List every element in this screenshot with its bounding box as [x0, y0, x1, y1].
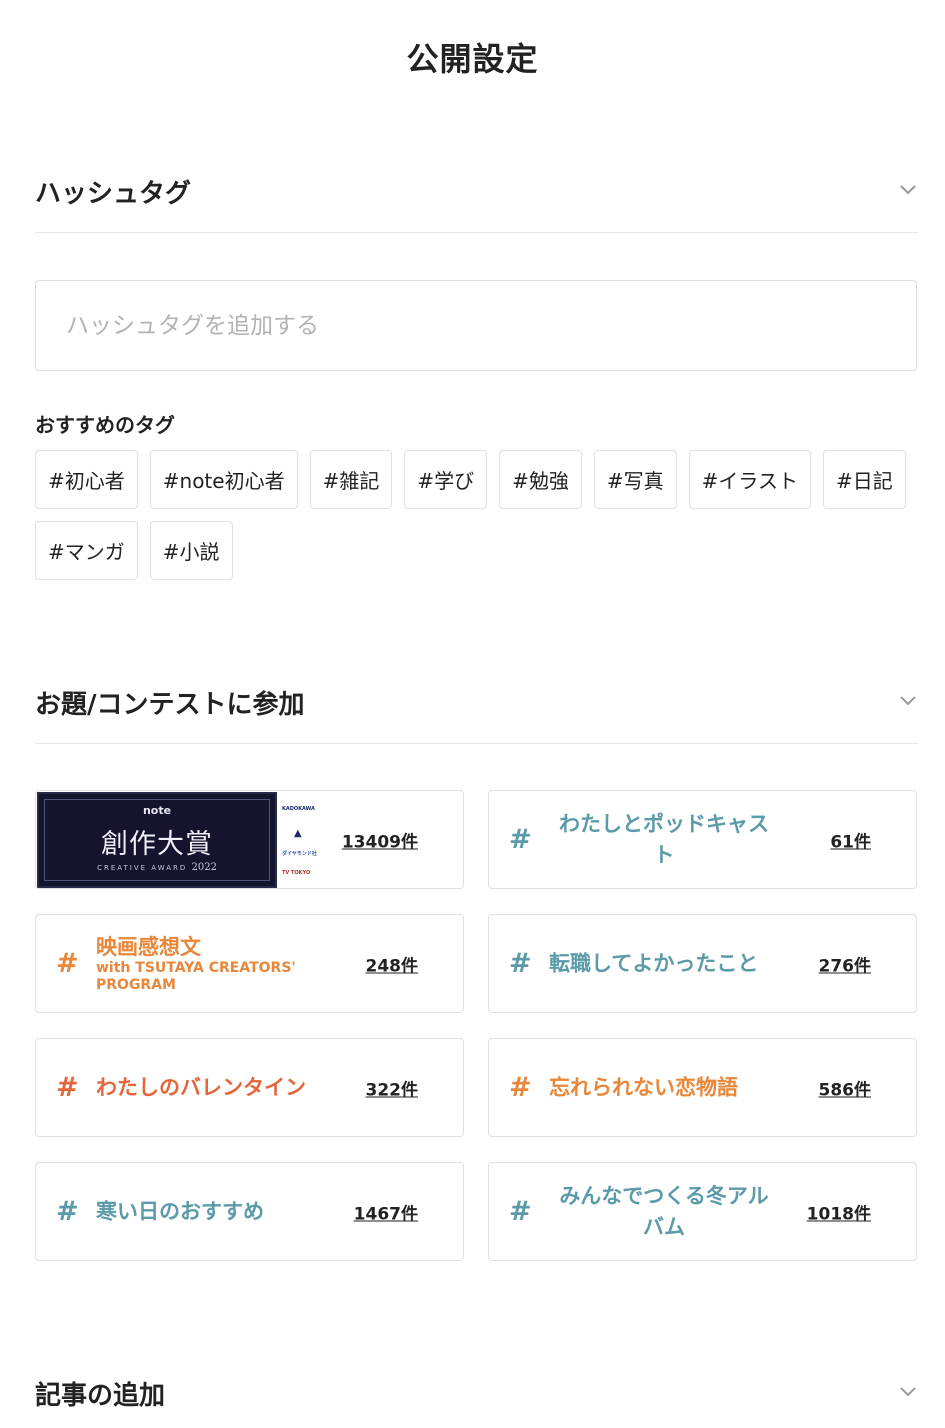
contest-title: 転職してよかったこと [549, 951, 759, 975]
banner-subtitle: CREATIVE AWARD 2022 [97, 862, 217, 873]
sponsor-logo: ダイヤモンド社 [282, 851, 317, 857]
sponsor-logo: KADOKAWA [282, 806, 315, 812]
mountain-icon: ▲ [294, 828, 302, 839]
hashtag-icon: # [509, 1071, 532, 1103]
contest-title: 寒い日のおすすめ [96, 1199, 264, 1223]
contest-list: note 創作大賞 CREATIVE AWARD 2022 KADOKAWA ▲… [35, 790, 917, 1261]
hashtag-input[interactable] [35, 280, 917, 371]
chevron-down-icon[interactable] [898, 690, 918, 710]
page-title: 公開設定 [406, 40, 539, 78]
sponsor-logos: KADOKAWA ▲ ダイヤモンド社 TV TOKYO [280, 792, 324, 888]
contest-card[interactable]: # わたしのバレンタイン 322件 [35, 1038, 464, 1137]
tag-chip[interactable]: #イラスト [688, 450, 812, 509]
hashtag-icon: # [56, 1195, 79, 1227]
tag-chip[interactable]: #note初心者 [149, 450, 298, 509]
article-section-header[interactable]: 記事の追加 [35, 1375, 918, 1428]
contest-title: わたしのバレンタイン [96, 1075, 306, 1099]
banner-brand: note [142, 804, 172, 817]
chevron-down-icon[interactable] [898, 179, 918, 199]
contest-card[interactable]: # 映画感想文 with TSUTAYA CREATORS' PROGRAM 2… [35, 914, 464, 1013]
banner-title: 創作大賞 [101, 829, 213, 860]
tag-chip[interactable]: #雑記 [309, 450, 393, 509]
contest-section-header[interactable]: お題/コンテストに参加 [35, 684, 918, 744]
hashtag-icon: # [56, 947, 79, 979]
contest-count: 322件 [365, 1080, 419, 1100]
tag-chip[interactable]: #写真 [593, 450, 677, 509]
hashtag-icon: # [56, 1071, 79, 1103]
contest-card[interactable]: # 寒い日のおすすめ 1467件 [35, 1162, 464, 1261]
contest-card[interactable]: # 転職してよかったこと 276件 [488, 914, 917, 1013]
contest-count: 276件 [818, 956, 872, 976]
contest-title-block: 映画感想文 with TSUTAYA CREATORS' PROGRAM [96, 934, 306, 994]
chevron-down-icon[interactable] [898, 1381, 918, 1401]
contest-card-creative-award[interactable]: note 創作大賞 CREATIVE AWARD 2022 KADOKAWA ▲… [35, 790, 464, 889]
hashtag-icon: # [509, 1195, 532, 1227]
tag-chip[interactable]: #勉強 [499, 450, 582, 509]
contest-card[interactable]: # みんなでつくる冬アルバム 1018件 [488, 1162, 917, 1261]
contest-count: 13409件 [341, 832, 418, 852]
recommended-tags-list: #初心者 #note初心者 #雑記 #学び #勉強 #写真 #イラスト #日記 … [35, 450, 917, 580]
tag-chip[interactable]: #学び [404, 450, 488, 509]
contest-title: 忘れられない恋物語 [549, 1075, 738, 1099]
creative-award-banner: note 創作大賞 CREATIVE AWARD 2022 [37, 792, 277, 888]
article-section-title: 記事の追加 [35, 1381, 166, 1411]
hashtag-icon: # [509, 947, 532, 979]
contest-subtitle: with TSUTAYA CREATORS' PROGRAM [96, 959, 296, 993]
contest-count: 61件 [830, 832, 871, 852]
contest-count: 1018件 [806, 1204, 871, 1224]
hashtag-section-title: ハッシュタグ [35, 179, 192, 209]
contest-count: 248件 [365, 956, 419, 976]
tag-chip[interactable]: #マンガ [35, 521, 138, 580]
contest-count: 1467件 [353, 1204, 418, 1224]
contest-count: 586件 [818, 1080, 872, 1100]
tag-chip[interactable]: #日記 [823, 450, 906, 509]
contest-section-title: お題/コンテストに参加 [35, 690, 305, 720]
contest-title: 映画感想文 [96, 934, 201, 959]
contest-card[interactable]: # 忘れられない恋物語 586件 [488, 1038, 917, 1137]
tag-chip[interactable]: #初心者 [35, 450, 138, 509]
contest-card[interactable]: # わたしとポッドキャスト 61件 [488, 790, 917, 889]
hashtag-icon: # [509, 823, 532, 855]
sponsor-logo: TV TOKYO [282, 870, 311, 876]
tag-chip[interactable]: #小説 [149, 521, 233, 580]
contest-title: わたしとポッドキャスト [559, 811, 769, 867]
contest-title: みんなでつくる冬アルバム [559, 1183, 769, 1239]
hashtag-section-header[interactable]: ハッシュタグ [35, 173, 918, 233]
recommended-tags-label: おすすめのタグ [35, 413, 175, 437]
